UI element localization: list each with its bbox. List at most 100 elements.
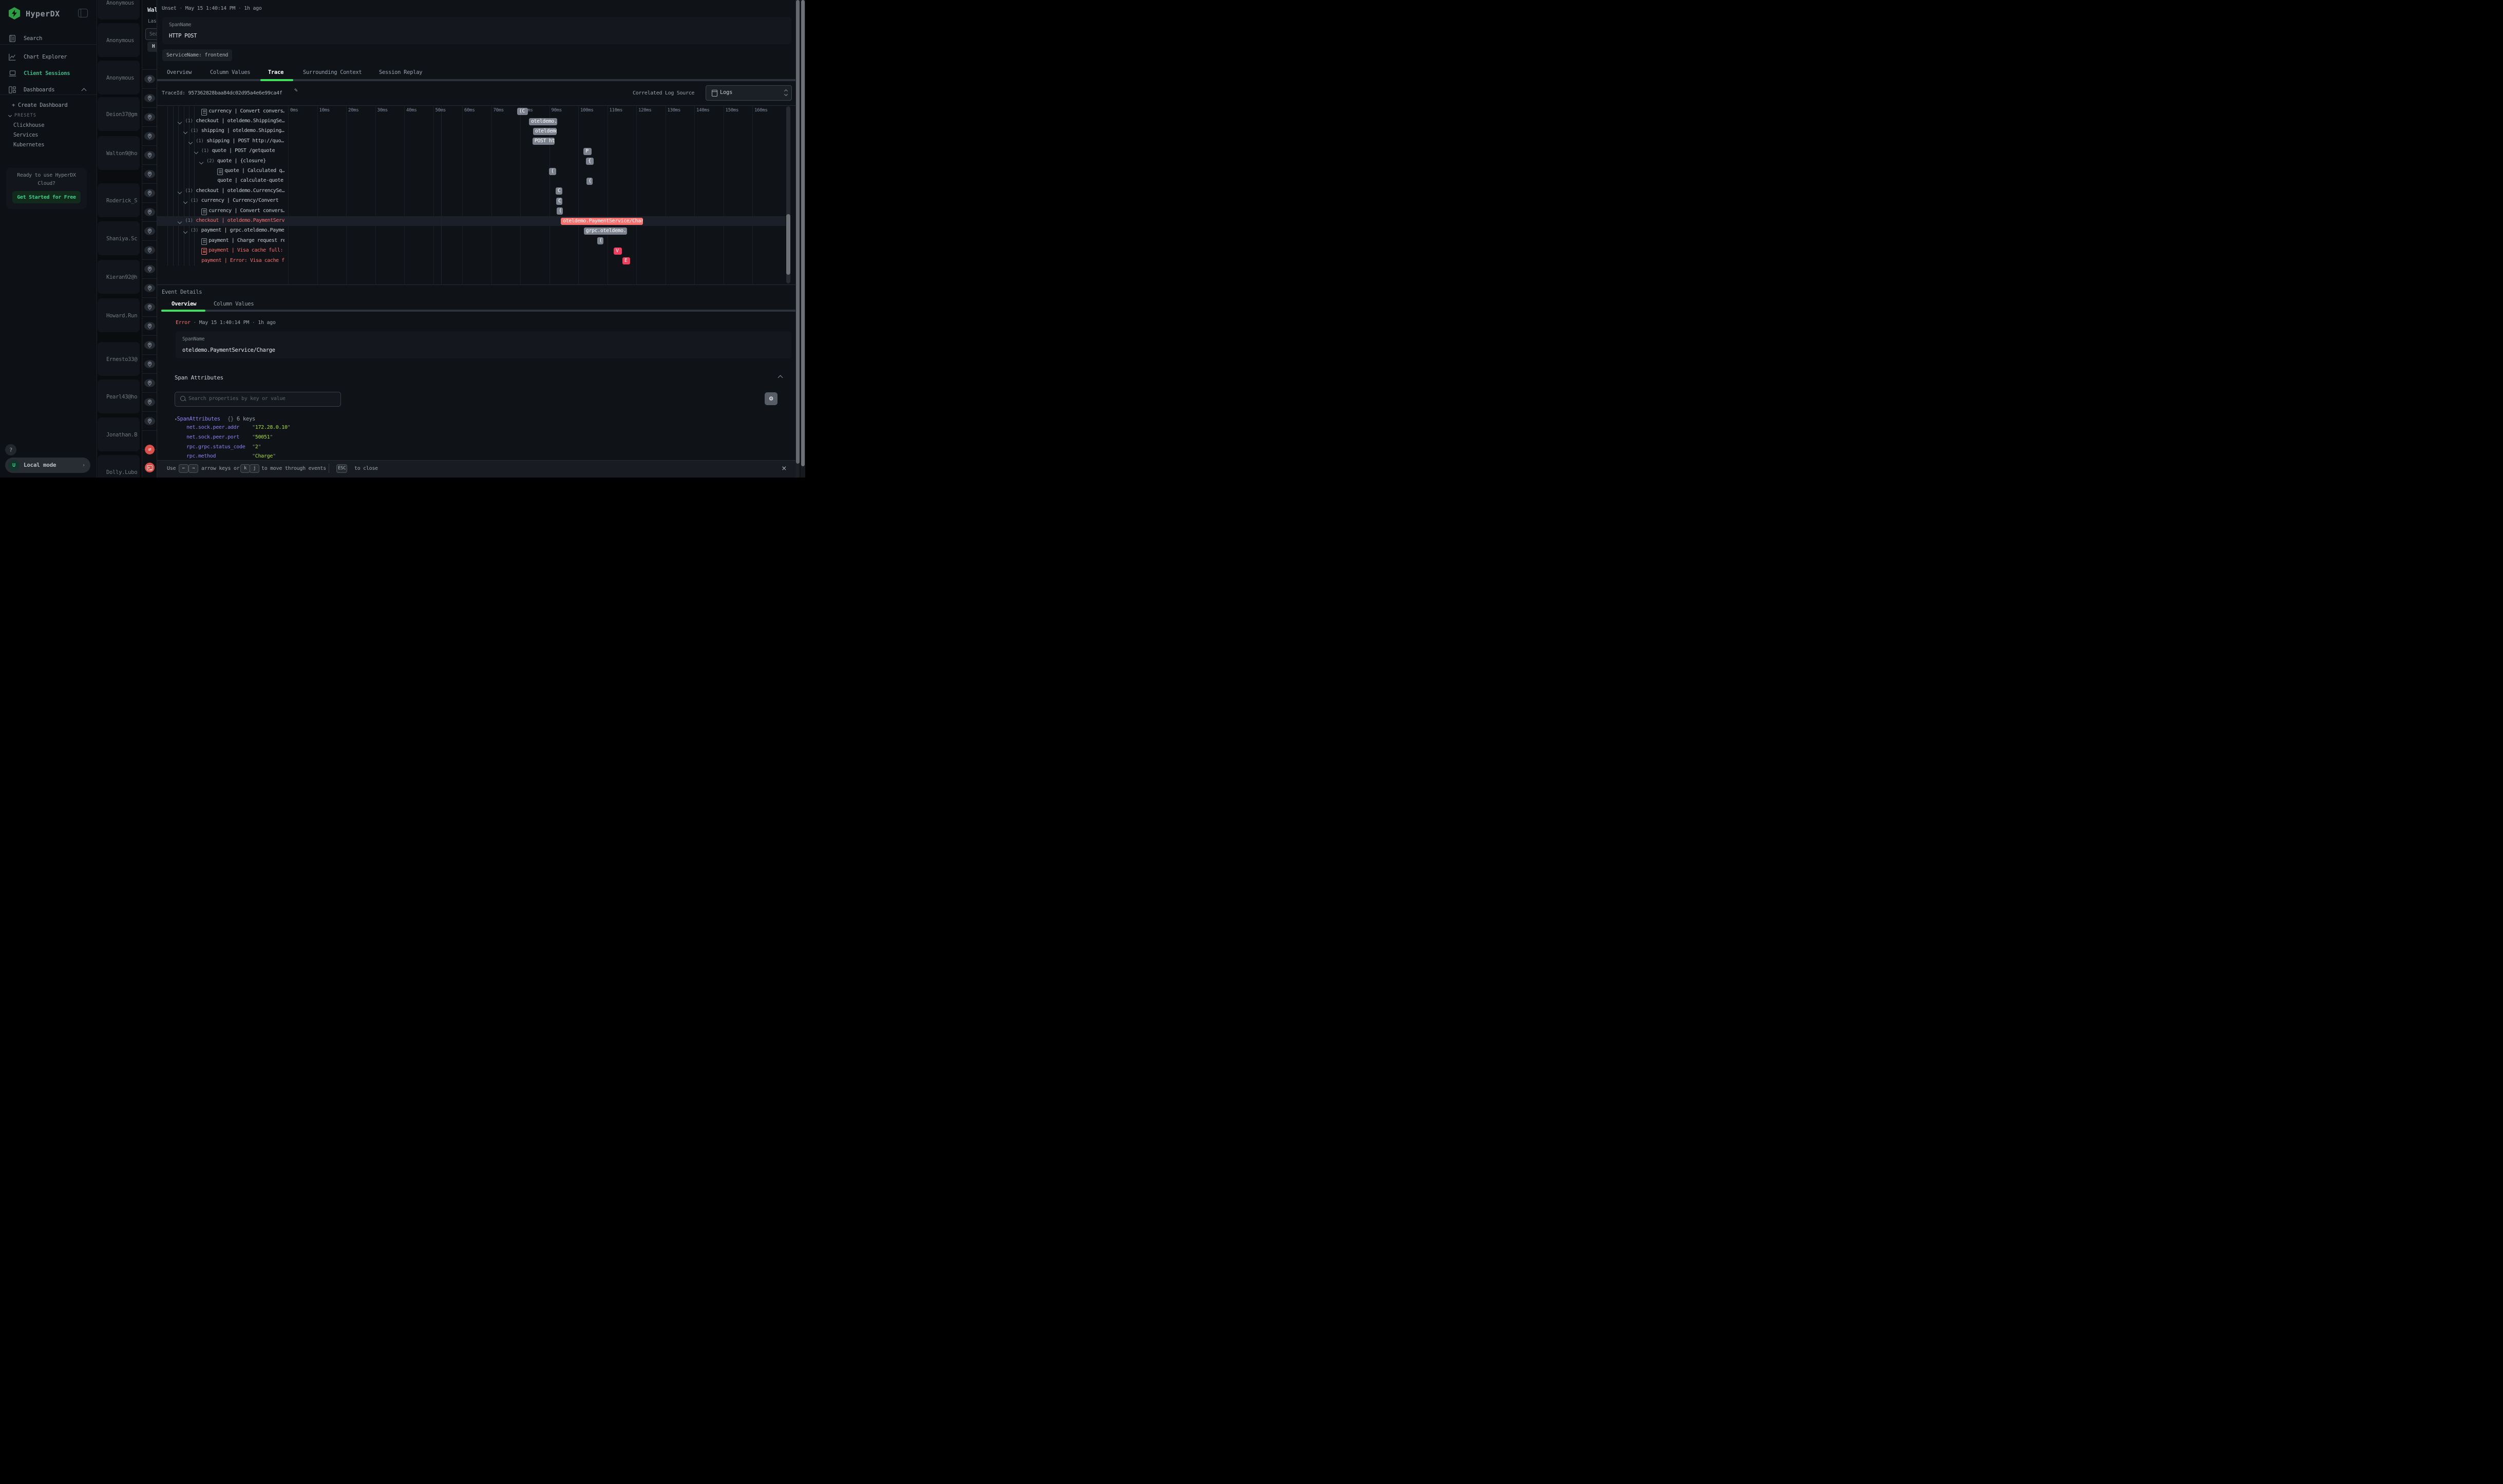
chevron-down-icon[interactable] bbox=[189, 140, 192, 145]
sidebar-preset-clickhouse[interactable]: Clickhouse bbox=[13, 122, 44, 128]
span-bar[interactable]: V bbox=[614, 248, 622, 255]
location-pin-icon[interactable] bbox=[144, 246, 155, 254]
session-card[interactable]: Deion37@gm bbox=[98, 97, 140, 131]
span-bar[interactable]: ( bbox=[549, 168, 556, 175]
sidebar-item-chart-explorer[interactable]: Chart Explorer bbox=[0, 50, 97, 64]
span-bar[interactable]: oteldemo.PaymentService/Char bbox=[561, 218, 643, 225]
chevron-down-icon[interactable] bbox=[184, 129, 187, 135]
trace-span-row[interactable]: (3)payment | grpc.oteldemo.Paymen…grpc.o… bbox=[157, 226, 786, 236]
session-card[interactable]: Roderick_S bbox=[98, 183, 140, 217]
close-icon[interactable]: × bbox=[782, 463, 786, 473]
session-card[interactable]: Jonathan.B bbox=[98, 417, 140, 451]
location-pin-icon[interactable] bbox=[144, 227, 155, 235]
session-card[interactable]: Anonymous bbox=[98, 0, 140, 20]
attributes-root-row[interactable]: ▾SpanAttributes{} 6 keys bbox=[175, 416, 255, 422]
modal-scrollbar-thumb[interactable] bbox=[796, 0, 800, 464]
location-pin-icon[interactable] bbox=[144, 360, 155, 368]
error-event-terminal-icon[interactable]: >_ bbox=[145, 463, 155, 472]
tab-surrounding-context[interactable]: Surrounding Context bbox=[303, 69, 362, 75]
session-filter-button[interactable]: H bbox=[147, 42, 157, 52]
presets-toggle[interactable]: PRESETS bbox=[9, 113, 36, 118]
session-card[interactable]: Anonymous bbox=[98, 23, 140, 57]
chevron-down-icon[interactable] bbox=[195, 149, 198, 155]
log-source-select[interactable]: Logs bbox=[706, 85, 792, 101]
trace-span-row[interactable]: (1)shipping | POST http://quo…POST ht bbox=[157, 137, 786, 146]
trace-span-row[interactable]: payment | Error: Visa cache ful…E bbox=[157, 256, 786, 266]
location-pin-icon[interactable] bbox=[144, 113, 155, 121]
chevron-down-icon[interactable] bbox=[178, 189, 181, 195]
attribute-key[interactable]: net.sock.peer.addr bbox=[186, 425, 239, 430]
tab-session-replay[interactable]: Session Replay bbox=[379, 69, 422, 75]
trace-span-row[interactable]: (1)shipping | oteldemo.Shipping…oteldemo bbox=[157, 126, 786, 136]
location-pin-icon[interactable] bbox=[144, 322, 155, 330]
trace-span-row[interactable]: (1)checkout | oteldemo.PaymentServi…otel… bbox=[157, 216, 786, 226]
span-bar[interactable]: (C bbox=[517, 108, 528, 115]
tab-overview[interactable]: Overview bbox=[167, 69, 192, 75]
get-started-button[interactable]: Get Started for Free bbox=[12, 191, 81, 203]
session-card[interactable]: Shaniya.Sc bbox=[98, 221, 140, 255]
location-pin-icon[interactable] bbox=[144, 341, 155, 349]
sidebar-collapse-icon[interactable] bbox=[78, 9, 88, 17]
attributes-search-box[interactable]: Search properties by key or value bbox=[175, 392, 341, 407]
account-menu[interactable]: U Local mode › bbox=[5, 458, 90, 473]
span-bar[interactable]: grpc.oteldemo. bbox=[584, 227, 627, 235]
location-pin-icon[interactable] bbox=[144, 170, 155, 178]
span-bar[interactable]: E bbox=[622, 257, 630, 264]
attribute-key[interactable]: rpc.method bbox=[186, 453, 216, 459]
sidebar-preset-services[interactable]: Services bbox=[13, 132, 38, 138]
trace-span-row[interactable]: quote | Calculated q…( bbox=[157, 166, 786, 176]
span-bar[interactable]: ( bbox=[597, 237, 603, 244]
tab-trace[interactable]: Trace bbox=[268, 69, 283, 75]
waterfall-scrollbar-thumb[interactable] bbox=[786, 214, 790, 275]
trace-span-row[interactable]: (1)checkout | oteldemo.ShippingSe…otelde… bbox=[157, 117, 786, 126]
sidebar-item-client-sessions[interactable]: Client Sessions bbox=[0, 67, 97, 80]
attributes-settings-button[interactable]: ⚙ bbox=[765, 392, 778, 405]
session-card[interactable]: Anonymous bbox=[98, 61, 140, 94]
span-bar[interactable]: C bbox=[556, 187, 562, 195]
trace-span-row[interactable]: currency | Convert convers…(C bbox=[157, 107, 786, 117]
span-bar[interactable]: oteldemo. bbox=[529, 118, 557, 125]
location-pin-icon[interactable] bbox=[144, 189, 155, 197]
help-button[interactable]: ? bbox=[5, 444, 16, 455]
tab-column-values[interactable]: Column Values bbox=[210, 69, 250, 75]
location-pin-icon[interactable] bbox=[144, 151, 155, 159]
span-bar[interactable]: oteldemo bbox=[533, 128, 557, 135]
session-card[interactable]: Pearl43@ho bbox=[98, 379, 140, 413]
session-card[interactable]: Walton9@ho bbox=[98, 136, 140, 170]
session-card[interactable]: Ernesto33@ bbox=[98, 342, 140, 376]
event-details-tab-overview[interactable]: Overview bbox=[172, 301, 196, 307]
window-scrollbar[interactable] bbox=[801, 0, 805, 478]
collapse-section-icon[interactable] bbox=[779, 375, 782, 381]
location-pin-icon[interactable] bbox=[144, 379, 155, 387]
location-pin-icon[interactable] bbox=[144, 208, 155, 216]
chevron-down-icon[interactable] bbox=[200, 160, 203, 165]
create-dashboard-button[interactable]: + Create Dashboard bbox=[12, 102, 67, 108]
span-bar[interactable]: { bbox=[586, 158, 594, 165]
location-pin-icon[interactable] bbox=[144, 94, 155, 102]
chevron-down-icon[interactable] bbox=[184, 199, 187, 205]
session-card[interactable]: Dolly.Lubo bbox=[98, 455, 140, 478]
location-pin-icon[interactable] bbox=[144, 265, 155, 273]
location-pin-icon[interactable] bbox=[144, 398, 155, 406]
chevron-down-icon[interactable] bbox=[178, 120, 181, 125]
trace-span-row[interactable]: (1)quote | POST /getquoteP bbox=[157, 146, 786, 156]
location-pin-icon[interactable] bbox=[144, 284, 155, 292]
session-card[interactable]: Howard.Run bbox=[98, 298, 140, 332]
span-bar[interactable]: C bbox=[556, 198, 562, 205]
trace-span-row[interactable]: payment | Charge request rec…( bbox=[157, 236, 786, 246]
span-bar[interactable]: ( bbox=[586, 178, 593, 185]
location-pin-icon[interactable] bbox=[144, 132, 155, 140]
session-card[interactable]: Kieran92@h bbox=[98, 260, 140, 294]
error-event-swap-arrows-icon[interactable]: ⇄ bbox=[145, 445, 155, 454]
window-scrollbar-thumb[interactable] bbox=[801, 0, 805, 466]
sidebar-preset-kubernetes[interactable]: Kubernetes bbox=[13, 142, 44, 148]
chevron-down-icon[interactable] bbox=[184, 229, 187, 235]
trace-span-row[interactable]: quote | calculate-quote( bbox=[157, 176, 786, 186]
span-bar[interactable]: ( bbox=[557, 207, 563, 215]
session-search-input[interactable]: Sea bbox=[145, 28, 157, 40]
chevron-down-icon[interactable] bbox=[178, 219, 181, 225]
location-pin-icon[interactable] bbox=[144, 303, 155, 311]
trace-span-row[interactable]: (1)checkout | oteldemo.CurrencySe…C bbox=[157, 186, 786, 196]
attribute-key[interactable]: net.sock.peer.port bbox=[186, 434, 239, 440]
span-bar[interactable]: POST ht bbox=[533, 138, 555, 145]
